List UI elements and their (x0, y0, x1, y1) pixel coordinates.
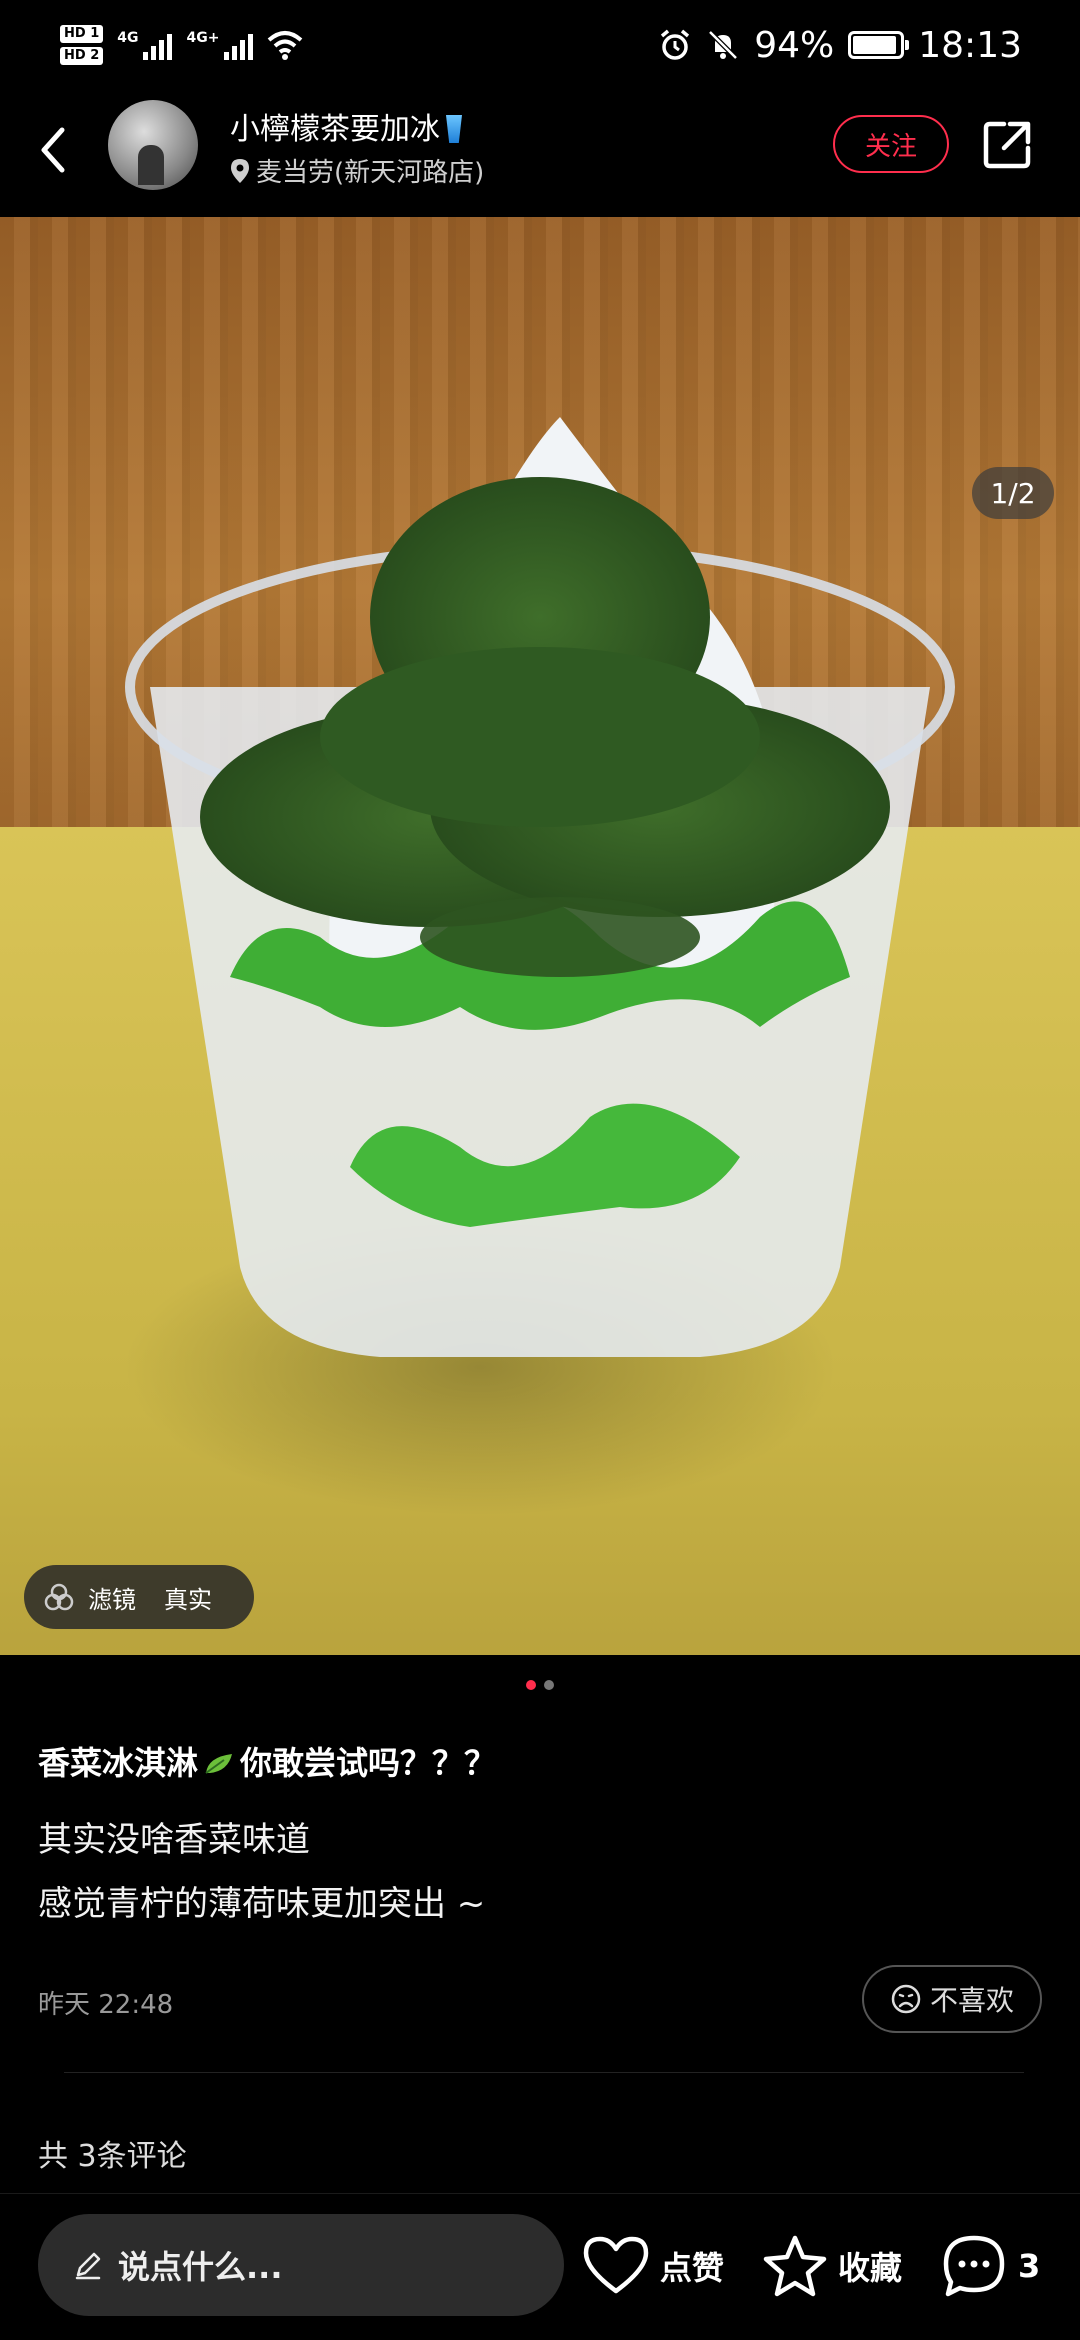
location-tag[interactable]: 麦当劳(新天河路店) (230, 152, 484, 189)
collect-label: 收藏 (838, 2249, 903, 2287)
battery-percent: 94% (754, 24, 835, 66)
post-image[interactable]: 1/2 (0, 217, 1080, 1655)
post-title: 香菜冰淇淋 你敢尝试吗？？？ (38, 1738, 496, 1784)
network-label-2: 4G+ (186, 30, 220, 46)
comment-count: 3 (1018, 2247, 1041, 2285)
alarm-icon (661, 29, 690, 60)
bottom-divider (0, 2193, 1080, 2194)
section-divider (64, 2072, 1024, 2073)
filter-value: 真实 (164, 1585, 212, 1614)
pagination-dot (526, 1680, 536, 1690)
comment-input-placeholder: 说点什么... (118, 2248, 283, 2286)
ice-cream-cup-illustration (125, 417, 955, 1357)
herb-leaf-icon (205, 1754, 233, 1774)
post-body-line-2: 感觉青柠的薄荷味更加突出 ~ (38, 1884, 486, 1924)
follow-button[interactable]: 关注 (833, 115, 949, 173)
filter-label: 滤镜 (88, 1585, 136, 1614)
filter-icon (44, 1583, 74, 1611)
filter-badge[interactable]: 滤镜 真实 (24, 1565, 254, 1629)
hd1-badge: HD 1 (60, 25, 104, 43)
drink-cup-icon (446, 115, 462, 143)
share-icon[interactable] (980, 118, 1034, 172)
location-pin-icon (231, 158, 249, 183)
collect-button[interactable]: 收藏 (762, 2232, 902, 2300)
location-text: 麦当劳(新天河路店) (256, 158, 485, 188)
image-pagination (0, 1680, 1080, 1690)
post-timestamp: 昨天 22:48 (38, 1990, 174, 2020)
hd2-badge: HD 2 (60, 47, 104, 65)
comment-input[interactable]: 说点什么... (38, 2214, 564, 2316)
status-bar: HD 1 HD 2 4G 4G+ 94% 18:13 (0, 0, 1080, 90)
star-icon (763, 2235, 827, 2297)
pagination-dot (544, 1680, 554, 1690)
post-header: 小檸檬茶要加冰 麦当劳(新天河路店) 关注 (0, 90, 1080, 215)
network-label-1: 4G (117, 30, 139, 46)
pencil-icon (75, 2252, 101, 2280)
hd-indicator: HD 1 HD 2 (60, 25, 104, 65)
sad-face-icon (891, 1984, 921, 2014)
comment-button[interactable]: 3 (940, 2232, 1040, 2300)
post-body-line-1: 其实没啥香菜味道 (38, 1820, 310, 1860)
clock: 18:13 (918, 24, 1022, 66)
post-title-part2: 你敢尝试吗？？？ (240, 1744, 497, 1782)
heart-icon (583, 2236, 649, 2294)
mute-bell-icon (708, 30, 739, 60)
dislike-button[interactable]: 不喜欢 (862, 1965, 1042, 2033)
avatar[interactable] (108, 100, 198, 190)
back-arrow-icon[interactable] (32, 120, 72, 180)
author-name-text: 小檸檬茶要加冰 (230, 112, 440, 147)
comment-bubble-icon (943, 2235, 1005, 2297)
like-label: 点赞 (660, 2249, 725, 2287)
dislike-label: 不喜欢 (929, 1984, 1014, 2017)
wifi-icon (268, 31, 303, 60)
post-title-part1: 香菜冰淇淋 (38, 1744, 199, 1782)
signal-icon-1: 4G (117, 30, 173, 60)
like-button[interactable]: 点赞 (582, 2232, 724, 2300)
author-name[interactable]: 小檸檬茶要加冰 (230, 104, 462, 148)
signal-icon-2: 4G+ (186, 30, 254, 60)
battery-icon (848, 31, 910, 59)
comments-summary: 共 3条评论 (38, 2139, 187, 2174)
image-counter: 1/2 (972, 467, 1054, 519)
